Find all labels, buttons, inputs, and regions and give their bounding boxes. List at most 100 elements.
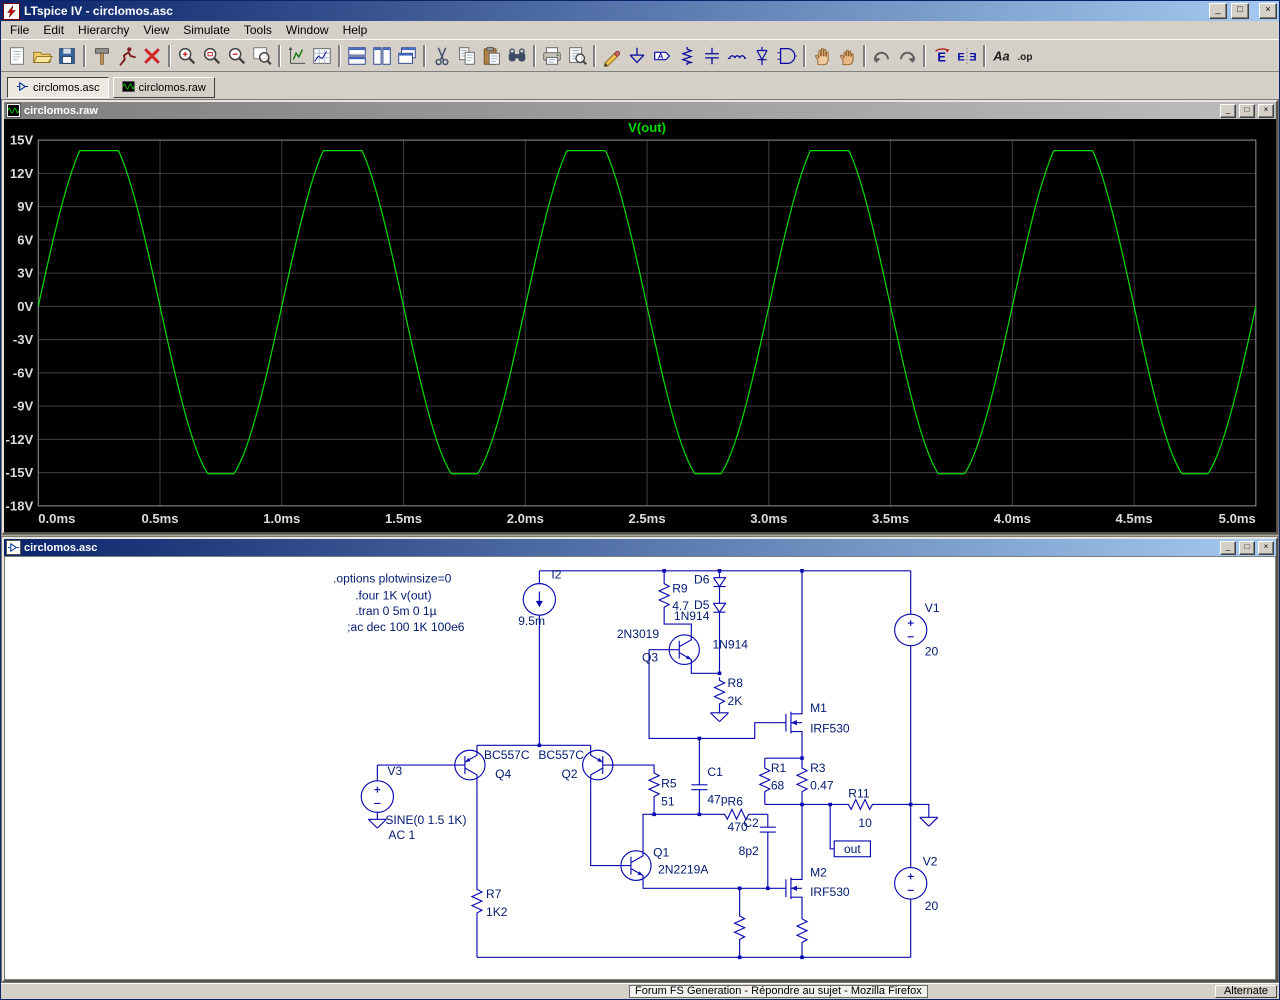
component-Q4[interactable]: BC557C Q4 (455, 745, 530, 784)
schematic-restore-button[interactable]: □ (1239, 541, 1255, 555)
svg-text:SINE(0 1.5 1K): SINE(0 1.5 1K) (385, 813, 466, 827)
trace-name-label[interactable]: V(out) (628, 120, 666, 135)
waveform-window-title: circlomos.raw (24, 105, 1217, 117)
open-icon[interactable] (29, 43, 54, 68)
component-R1[interactable]: R1 68 (760, 761, 787, 795)
net-label-out[interactable]: out (834, 841, 870, 857)
svg-text:R5: R5 (661, 777, 677, 791)
component-M1[interactable]: M1 IRF530 (774, 701, 850, 742)
diode-icon[interactable] (749, 43, 774, 68)
component-C2[interactable]: C2 8p2 (739, 816, 776, 857)
svg-text:2.0ms: 2.0ms (507, 511, 544, 526)
menu-simulate[interactable]: Simulate (176, 22, 237, 38)
plot-settings-icon[interactable] (309, 43, 334, 68)
control-panel-icon[interactable] (89, 43, 114, 68)
tile-horizontal-icon[interactable] (344, 43, 369, 68)
zoom-full-icon[interactable] (249, 43, 274, 68)
waveform-plot-pane[interactable]: 15V12V9V6V3V0V-3V-6V-9V-12V-15V-18V0.0ms… (4, 119, 1276, 532)
svg-text:2K: 2K (728, 694, 743, 708)
spice-directives[interactable]: .options plotwinsize=0 .four 1K v(out) .… (333, 572, 465, 634)
waveform-minimize-button[interactable]: _ (1220, 104, 1236, 118)
undo-icon[interactable] (869, 43, 894, 68)
waveform-restore-button[interactable]: □ (1239, 104, 1255, 118)
find-icon[interactable] (504, 43, 529, 68)
menu-hierarchy[interactable]: Hierarchy (71, 22, 136, 38)
component-R7[interactable]: R7 1K2 (472, 886, 508, 919)
waveform-plot-svg[interactable]: 15V12V9V6V3V0V-3V-6V-9V-12V-15V-18V0.0ms… (4, 119, 1276, 532)
component-M2[interactable]: M2 IRF530 (774, 866, 850, 908)
mirror-icon[interactable]: EE (954, 43, 979, 68)
component-R11[interactable]: R11 10 (845, 787, 875, 830)
tab-circlomos-raw[interactable]: circlomos.raw (113, 77, 215, 98)
svg-text:-18V: -18V (6, 498, 34, 513)
close-button[interactable]: × (1259, 3, 1277, 19)
cascade-icon[interactable] (394, 43, 419, 68)
redo-icon[interactable] (894, 43, 919, 68)
component-V1[interactable]: V1 20 (895, 601, 940, 658)
label-net-icon[interactable] (649, 43, 674, 68)
print-icon[interactable] (539, 43, 564, 68)
schematic-canvas-pane[interactable]: .options plotwinsize=0 .four 1K v(out) .… (4, 556, 1276, 980)
capacitor-icon[interactable] (699, 43, 724, 68)
text-icon[interactable]: Aa (989, 43, 1014, 68)
waveform-window-titlebar[interactable]: circlomos.raw _ □ × (4, 102, 1276, 119)
component-R2[interactable] (735, 913, 745, 943)
schematic-close-button[interactable]: × (1258, 541, 1274, 555)
svg-text:Aa: Aa (992, 48, 1009, 63)
component-Q3[interactable]: 2N3019 Q3 (617, 627, 700, 669)
rotate-icon[interactable]: E (929, 43, 954, 68)
component-R5[interactable]: R5 51 (649, 770, 677, 808)
zoom-in-icon[interactable] (174, 43, 199, 68)
tile-vertical-icon[interactable] (369, 43, 394, 68)
menu-file[interactable]: File (3, 22, 36, 38)
menu-view[interactable]: View (136, 22, 176, 38)
component-R4[interactable] (797, 916, 807, 946)
component-R3[interactable]: R3 0.47 (797, 761, 834, 795)
wire-icon[interactable] (599, 43, 624, 68)
minimize-button[interactable]: _ (1209, 3, 1227, 19)
svg-text:R1: R1 (771, 761, 787, 775)
component-Q2[interactable]: BC557C Q2 (538, 745, 612, 784)
title-bar[interactable]: LTspice IV - circlomos.asc _ □ × (1, 1, 1279, 21)
run-icon[interactable] (114, 43, 139, 68)
menu-window[interactable]: Window (279, 22, 336, 38)
print-preview-icon[interactable] (564, 43, 589, 68)
cut-icon[interactable] (429, 43, 454, 68)
drag-icon[interactable] (834, 43, 859, 68)
toolbar-separator (278, 45, 280, 67)
zoom-back-icon[interactable] (199, 43, 224, 68)
component-I2[interactable]: I2 9.5m (518, 568, 562, 628)
schematic-canvas[interactable]: .options plotwinsize=0 .four 1K v(out) .… (5, 557, 1275, 979)
ground-icon[interactable] (624, 43, 649, 68)
autorange-y-icon[interactable] (284, 43, 309, 68)
copy-icon[interactable] (454, 43, 479, 68)
new-schematic-icon[interactable] (4, 43, 29, 68)
halt-icon[interactable] (139, 43, 164, 68)
resistor-icon[interactable] (674, 43, 699, 68)
menu-tools[interactable]: Tools (237, 22, 279, 38)
schematic-minimize-button[interactable]: _ (1220, 541, 1236, 555)
component-C1[interactable]: C1 47p (691, 765, 728, 806)
inductor-icon[interactable] (724, 43, 749, 68)
schematic-window-titlebar[interactable]: circlomos.asc _ □ × (4, 539, 1276, 556)
zoom-out-icon[interactable] (224, 43, 249, 68)
component-R8[interactable]: R8 2K (714, 676, 743, 708)
svg-text:3.0ms: 3.0ms (750, 511, 787, 526)
move-icon[interactable] (809, 43, 834, 68)
tab-circlomos-asc[interactable]: circlomos.asc (7, 77, 109, 98)
maximize-button[interactable]: □ (1231, 3, 1249, 19)
waveform-close-button[interactable]: × (1258, 104, 1274, 118)
toolbar-separator (423, 45, 425, 67)
save-icon[interactable] (54, 43, 79, 68)
spice-directive-icon[interactable]: .op (1014, 43, 1039, 68)
menu-help[interactable]: Help (336, 22, 375, 38)
background-taskbar-button[interactable]: Forum FS Generation - Répondre au sujet … (629, 985, 928, 998)
paste-icon[interactable] (479, 43, 504, 68)
svg-text:20: 20 (925, 645, 939, 659)
menu-edit[interactable]: Edit (36, 22, 71, 38)
component-icon[interactable] (774, 43, 799, 68)
svg-text:R11: R11 (848, 787, 870, 801)
component-Q1[interactable]: Q1 2N2219A (621, 846, 709, 885)
component-V2[interactable]: V2 20 (895, 855, 939, 913)
svg-text:Q3: Q3 (642, 651, 658, 665)
